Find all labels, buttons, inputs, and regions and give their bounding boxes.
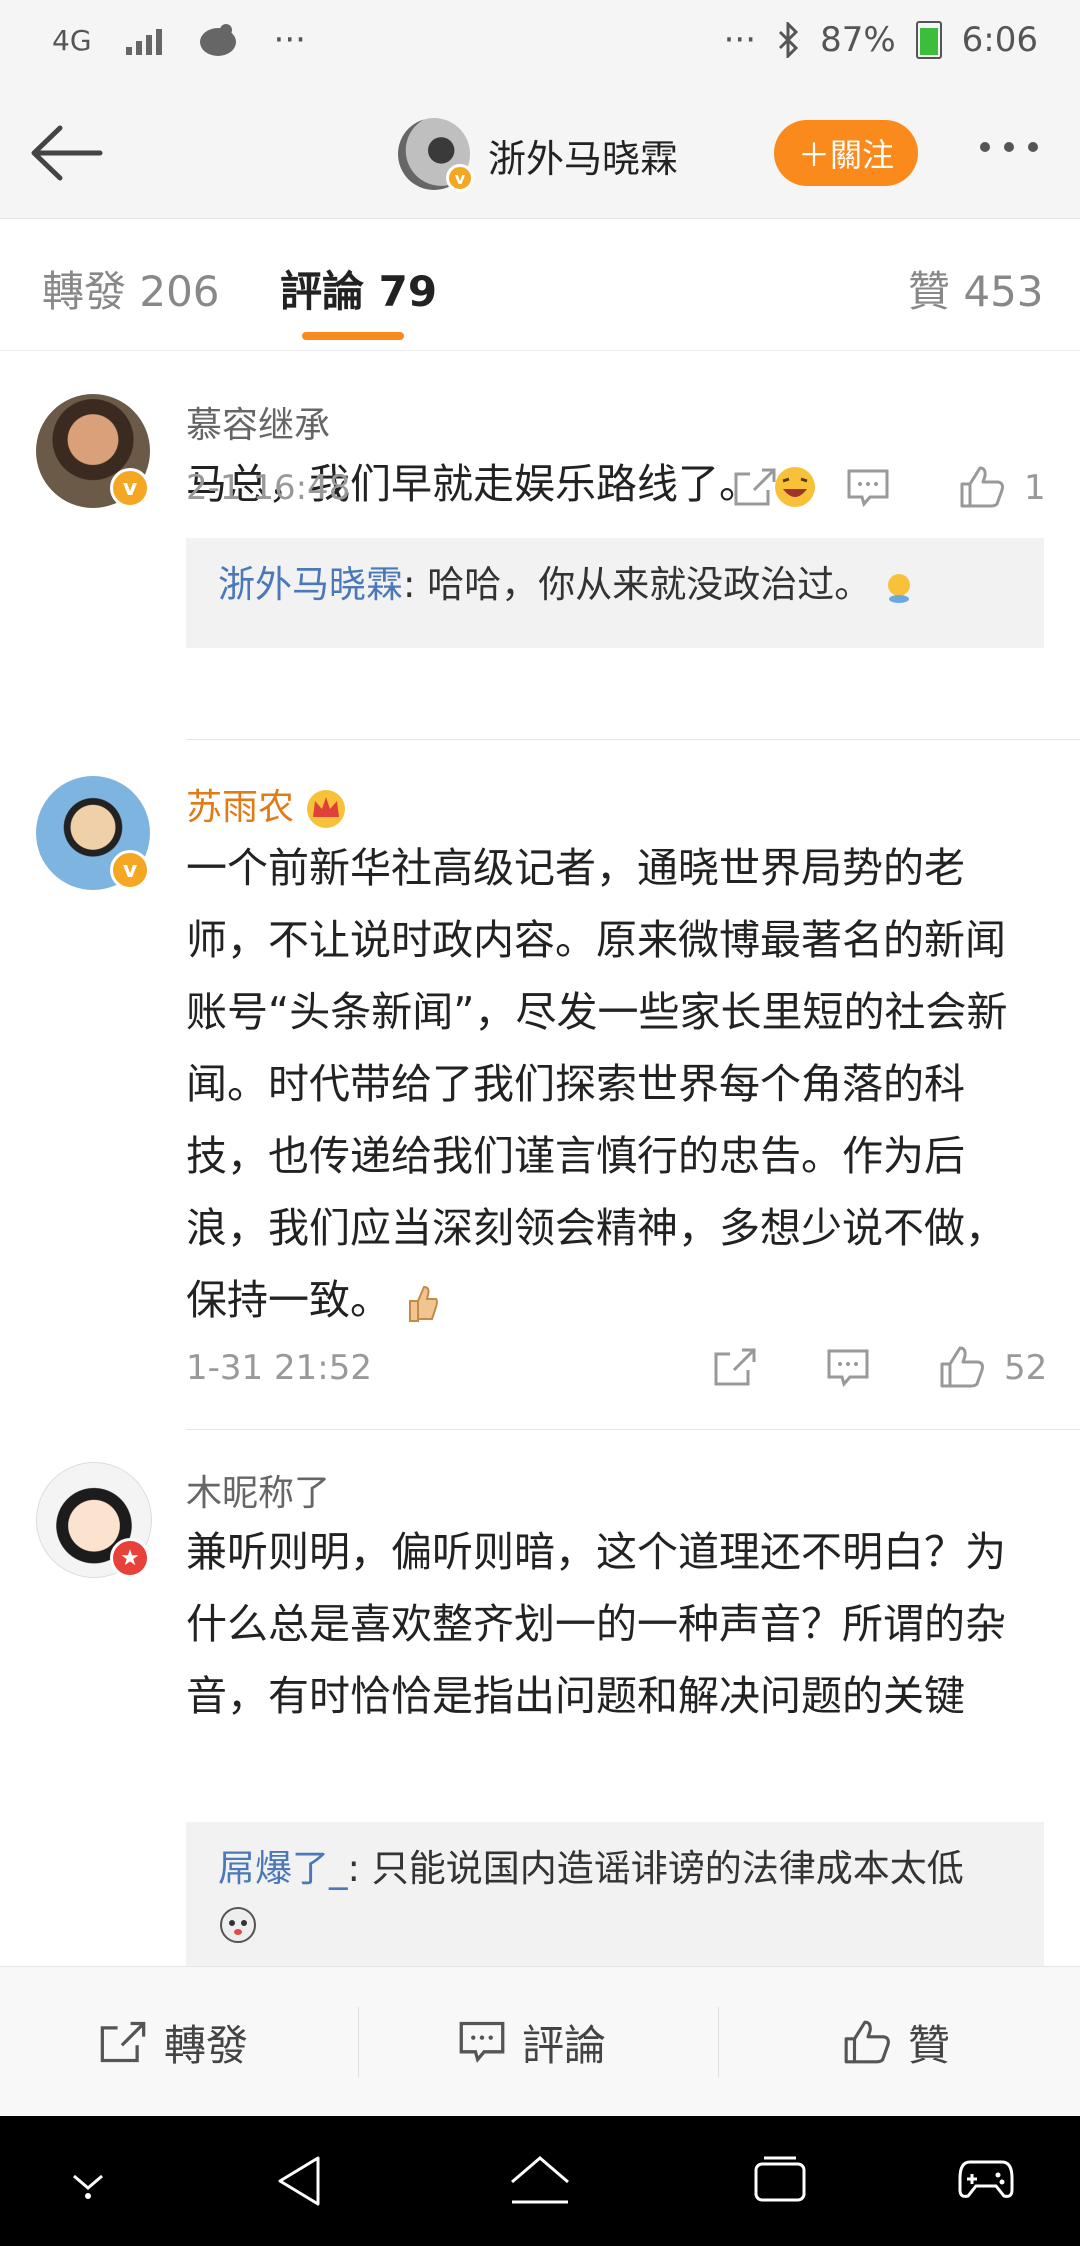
tab-likes[interactable]: 贊 453 [908, 258, 1044, 319]
status-bar: 4G ··· ··· 87% 6:06 [0, 0, 1080, 90]
comment-button[interactable]: 評論 [458, 1967, 606, 2117]
comment-label: 評論 [522, 2020, 607, 2070]
like-count: 1 [1024, 468, 1046, 508]
top-bar: v 浙外马晓霖 ＋關注 [0, 90, 1080, 219]
repost-label: 轉發 [164, 2020, 249, 2070]
comment-time: 1-31 21:52 [186, 1348, 372, 1388]
more-dots-icon[interactable] [980, 142, 1038, 152]
thumbs-up-icon [844, 2020, 890, 2064]
thumbs-up-emoji-icon [409, 1285, 439, 1322]
comment-author[interactable]: 苏雨农 [186, 778, 347, 830]
separator [358, 2007, 359, 2077]
share-icon [100, 2021, 146, 2063]
reply-text: : 哈哈，你从来就没政治过。 [403, 563, 872, 606]
comment-author[interactable]: 慕容继承 [186, 396, 330, 448]
network-indicator: 4G [52, 23, 92, 57]
separator [718, 2007, 719, 2077]
tab-bar: 轉發 206 評論 79 贊 453 [0, 218, 1080, 351]
like-label: 贊 [908, 2020, 951, 2070]
back-triangle-icon[interactable] [274, 2154, 324, 2208]
recent-apps-icon[interactable] [752, 2154, 808, 2206]
comment-author[interactable]: 木昵称了 [186, 1464, 330, 1516]
bottom-action-bar: 轉發 評論 贊 [0, 1966, 1080, 2117]
comment-item: v 慕容继承 马总，我们早就走娱乐路线了。 浙外马晓霖: 哈哈，你从来就没政治过… [0, 350, 1080, 740]
comment-icon[interactable] [846, 468, 890, 508]
thumbs-up-icon[interactable] [958, 464, 1006, 510]
battery-percent: 87% [820, 20, 896, 60]
comment-icon [459, 2021, 505, 2063]
share-icon[interactable] [732, 466, 778, 508]
smile-emoji-icon [888, 573, 910, 603]
reply-box[interactable]: 浙外马晓霖: 哈哈，你从来就没政治过。 [186, 538, 1044, 648]
chevron-down-icon[interactable] [66, 2166, 110, 2200]
like-button[interactable]: 贊 [842, 1967, 950, 2117]
comment-text: 一个前新华社高级记者，通晓世界局势的老师，不让说时政内容。原来微博最著名的新闻账… [186, 832, 1046, 1336]
tab-comments[interactable]: 評論 79 [280, 258, 437, 319]
battery-icon [915, 21, 942, 59]
system-nav-bar [0, 2116, 1080, 2246]
weibo-star-icon: ★ [110, 1538, 150, 1578]
comment-time: 2-1 16:48 [186, 468, 351, 508]
repost-button[interactable]: 轉發 [98, 1967, 248, 2117]
comment-text: 兼听则明，偏听则暗，这个道理还不明白？为什么总是喜欢整齐划一的一种声音？所谓的杂… [186, 1528, 1006, 1720]
comment-author-name: 苏雨农 [186, 787, 295, 828]
tab-reposts[interactable]: 轉發 206 [42, 258, 220, 319]
verified-icon: v [110, 468, 150, 508]
verified-icon: v [446, 164, 474, 192]
follow-button[interactable]: ＋關注 [774, 120, 918, 186]
back-arrow-icon[interactable] [28, 120, 104, 186]
tab-active-indicator [302, 332, 404, 340]
signal-icon [125, 25, 162, 55]
laughing-emoji-icon [775, 467, 816, 507]
reply-box[interactable]: 屌爆了_: 只能说国内造谣诽谤的法律成本太低 [186, 1822, 1044, 1966]
thumbs-up-icon[interactable] [938, 1344, 986, 1390]
verified-icon: v [110, 850, 150, 890]
reply-author[interactable]: 屌爆了_ [218, 1847, 348, 1890]
home-icon[interactable] [508, 2154, 572, 2208]
bluetooth-icon [779, 22, 799, 58]
bird-icon [199, 24, 236, 56]
clock: 6:06 [961, 20, 1038, 60]
dog-emoji-icon [220, 1906, 256, 1943]
share-icon[interactable] [712, 1346, 758, 1388]
author-name[interactable]: 浙外马晓霖 [488, 128, 678, 183]
comment-text-body: 一个前新华社高级记者，通晓世界局势的老师，不让说时政内容。原来微博最著名的新闻账… [186, 844, 1008, 1324]
status-dots-left: ··· [273, 20, 306, 60]
status-dots-right: ··· [723, 20, 757, 60]
reply-text: : 只能说国内造谣诽谤的法律成本太低 [347, 1847, 964, 1890]
like-count: 52 [1004, 1348, 1048, 1388]
game-controller-icon[interactable] [956, 2154, 1016, 2204]
crown-icon [307, 790, 346, 828]
reply-author[interactable]: 浙外马晓霖 [218, 563, 403, 606]
comment-item: ★ 木昵称了 兼听则明，偏听则暗，这个道理还不明白？为什么总是喜欢整齐划一的一种… [0, 1430, 1080, 1966]
comment-icon[interactable] [826, 1348, 870, 1388]
comment-item: v 苏雨农 一个前新华社高级记者，通晓世界局势的老师，不让说时政内容。原来微博最… [0, 740, 1080, 1430]
